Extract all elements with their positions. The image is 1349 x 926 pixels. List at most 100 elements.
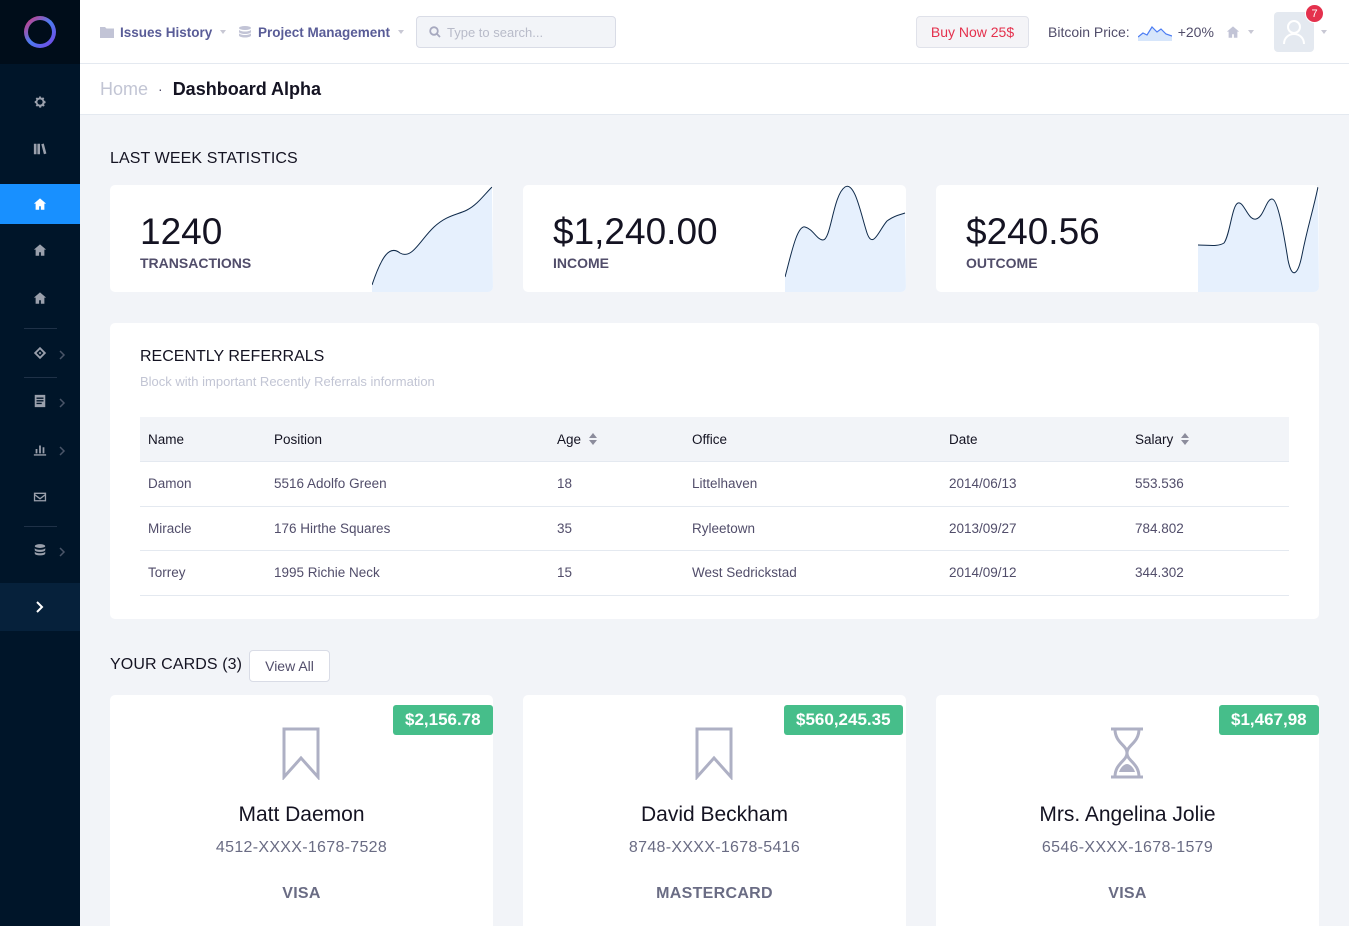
card-holder-name: Mrs. Angelina Jolie	[1039, 803, 1216, 826]
stat-label: INCOME	[553, 255, 609, 271]
cell-position: 5516 Adolfo Green	[274, 476, 387, 492]
column-header-name[interactable]: Name	[148, 417, 184, 461]
card-number: 8748-XXXX-1678-5416	[628, 839, 801, 856]
notification-badge: 7	[1305, 4, 1324, 23]
referrals-subtitle: Block with important Recently Referrals …	[140, 374, 435, 389]
column-label: Age	[557, 431, 582, 447]
home-dropdown[interactable]	[1226, 0, 1254, 64]
dropdown-caret-icon	[1248, 30, 1254, 34]
dropdown-caret-icon	[398, 30, 405, 34]
search-input[interactable]	[447, 24, 607, 40]
cell-office: West Sedrickstad	[692, 565, 797, 581]
cell-date: 2013/09/27	[949, 520, 1017, 536]
bitcoin-sparkline-icon	[1137, 26, 1172, 41]
chevron-right-icon	[58, 443, 66, 456]
sidebar-item-components[interactable]	[0, 333, 80, 373]
cell-name: Miracle	[148, 520, 192, 536]
topbar: Issues History Project Management Buy No…	[80, 0, 1349, 64]
buy-now-button[interactable]: Buy Now 25$	[916, 16, 1029, 48]
folder-icon	[100, 26, 114, 38]
sidebar-item-database[interactable]	[0, 530, 80, 570]
stat-card-income: $1,240.00 INCOME	[523, 185, 906, 292]
sidebar-item-forms[interactable]	[0, 381, 80, 421]
payment-card[interactable]: $560,245.35 David Beckham 8748-XXXX-1678…	[523, 695, 906, 926]
logo-ring-icon	[24, 16, 56, 48]
hourglass-icon	[1107, 726, 1147, 780]
sort-icon[interactable]	[589, 433, 598, 445]
breadcrumb-home-link[interactable]: Home	[100, 79, 148, 100]
referrals-table: Name Position Age Office Date Salary Dam…	[140, 417, 1289, 596]
sidebar-divider	[24, 526, 57, 527]
view-all-button[interactable]: View All	[249, 650, 330, 682]
card-number: 4512-XXXX-1678-7528	[215, 839, 388, 856]
sidebar-item-home-2[interactable]	[0, 230, 80, 270]
chevron-right-icon	[36, 601, 44, 613]
payment-card[interactable]: $2,156.78 Matt Daemon 4512-XXXX-1678-752…	[110, 695, 493, 926]
sidebar-item-home-3[interactable]	[0, 278, 80, 318]
search-icon	[429, 26, 441, 38]
logo[interactable]	[0, 0, 80, 64]
bookmark-icon	[281, 726, 321, 781]
project-management-menu[interactable]: Project Management	[238, 0, 405, 64]
cell-position: 176 Hirthe Squares	[274, 520, 391, 536]
sidebar	[0, 0, 80, 926]
cell-salary: 784.802	[1135, 520, 1184, 536]
stat-label: OUTCOME	[966, 255, 1038, 271]
sidebar-item-mail[interactable]	[0, 477, 80, 517]
cell-age: 15	[557, 565, 573, 581]
sidebar-item-charts[interactable]	[0, 429, 80, 469]
table-row[interactable]: Damon 5516 Adolfo Green 18 Littelhaven 2…	[140, 462, 1289, 507]
breadcrumb: Home · Dashboard Alpha	[80, 64, 1349, 115]
database-icon	[34, 544, 46, 556]
stat-value: $240.56	[966, 211, 1100, 252]
card-amount-badge: $2,156.78	[393, 705, 493, 735]
project-management-label: Project Management	[258, 24, 391, 40]
cell-name: Damon	[148, 476, 192, 492]
sidebar-item-dashboard[interactable]	[0, 184, 80, 224]
issues-history-menu[interactable]: Issues History	[100, 0, 227, 64]
dropdown-caret-icon[interactable]	[1321, 30, 1327, 34]
table-row[interactable]: Torrey 1995 Richie Neck 15 West Sedricks…	[140, 551, 1289, 596]
card-type: VISA	[282, 885, 321, 902]
card-type: MASTERCARD	[656, 885, 773, 902]
column-header-salary[interactable]: Salary	[1135, 417, 1190, 461]
column-header-date[interactable]: Date	[949, 417, 978, 461]
column-header-position[interactable]: Position	[274, 417, 322, 461]
cell-salary: 344.302	[1135, 565, 1184, 581]
cards-section-title: YOUR CARDS (3)	[110, 656, 243, 673]
card-amount-badge: $1,467,98	[1219, 705, 1319, 735]
card-number: 6546-XXXX-1678-1579	[1041, 839, 1214, 856]
referrals-title: RECENTLY REFERRALS	[140, 348, 325, 365]
sidebar-item-library[interactable]	[0, 129, 80, 169]
stat-label: TRANSACTIONS	[140, 255, 252, 271]
card-holder-name: Matt Daemon	[238, 803, 365, 826]
home-icon	[1226, 26, 1240, 38]
stat-card-outcome: $240.56 OUTCOME	[936, 185, 1319, 292]
table-row[interactable]: Miracle 176 Hirthe Squares 35 Ryleetown …	[140, 507, 1289, 551]
stat-value: 1240	[140, 211, 223, 252]
chevron-right-icon	[58, 395, 66, 408]
sidebar-item-settings[interactable]	[0, 82, 80, 122]
stat-sparkline	[1198, 186, 1319, 292]
column-label: Office	[692, 431, 728, 447]
column-header-office[interactable]: Office	[692, 417, 727, 461]
home-icon	[33, 244, 47, 256]
chevron-right-icon	[58, 347, 66, 360]
table-header: Name Position Age Office Date Salary	[140, 417, 1289, 462]
payment-card[interactable]: $1,467,98 Mrs. Angelina Jolie 6546-XXXX-…	[936, 695, 1319, 926]
cell-office: Littelhaven	[692, 476, 758, 492]
sort-icon[interactable]	[1181, 433, 1190, 445]
dropdown-caret-icon	[220, 30, 227, 34]
stat-sparkline	[785, 185, 906, 292]
bitcoin-price: Bitcoin Price: +20%	[1048, 0, 1214, 64]
cell-salary: 553.536	[1135, 476, 1184, 492]
issues-history-label: Issues History	[120, 24, 213, 40]
column-header-age[interactable]: Age	[557, 417, 598, 461]
cell-name: Torrey	[148, 565, 186, 581]
cell-age: 18	[557, 476, 573, 492]
bitcoin-label: Bitcoin Price:	[1048, 24, 1130, 40]
sidebar-expand-button[interactable]	[0, 583, 80, 631]
stat-sparkline	[372, 186, 493, 292]
stat-value: $1,240.00	[553, 211, 718, 252]
envelope-icon	[33, 492, 47, 502]
